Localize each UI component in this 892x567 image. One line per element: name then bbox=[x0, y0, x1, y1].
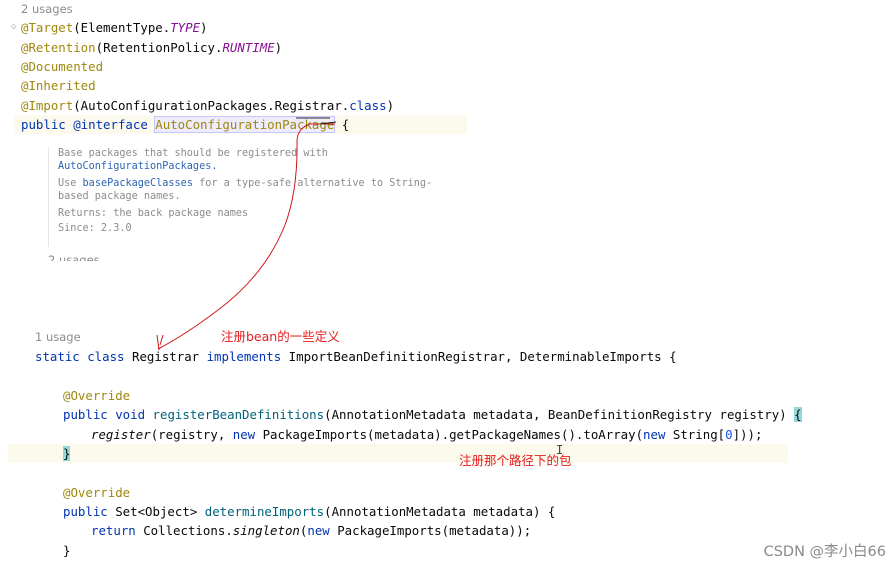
code-enum: TYPE bbox=[170, 20, 201, 35]
code-text: (AnnotationMetadata metadata, BeanDefini… bbox=[324, 407, 795, 422]
doc-returns: Returns: the back package names bbox=[58, 208, 249, 219]
code-text: ) bbox=[274, 40, 283, 55]
brace-match: { bbox=[794, 407, 802, 422]
annotation-target: @Target bbox=[21, 20, 74, 35]
code-text: PackageImports(metadata)); bbox=[337, 523, 532, 538]
code-keyword: class bbox=[349, 98, 387, 113]
code-brace: } bbox=[63, 543, 71, 558]
code-line-retention[interactable]: @Retention(RetentionPolicy.RUNTIME) bbox=[21, 38, 282, 57]
annotation-inherited: @Inherited bbox=[21, 78, 96, 93]
usages-hint[interactable]: 2 usages bbox=[21, 0, 73, 19]
gutter-fold-icon[interactable]: ◇ bbox=[11, 22, 16, 32]
class-name[interactable]: Registrar bbox=[132, 349, 199, 364]
doc-link[interactable]: AutoConfigurationPackages. bbox=[58, 160, 478, 173]
code-text: String[ bbox=[672, 427, 726, 442]
doc-line: Base packages that should be registered … bbox=[58, 148, 328, 159]
annotation-retention: @Retention bbox=[21, 40, 96, 55]
code-text: (ElementType. bbox=[73, 20, 171, 35]
code-text: (RetentionPolicy. bbox=[95, 40, 223, 55]
code-text: (AutoConfigurationPackages. bbox=[73, 98, 275, 113]
note-register-packages: 注册那个路径下的包 bbox=[459, 453, 572, 468]
code-keyword: public void bbox=[63, 407, 153, 422]
code-number: 0 bbox=[725, 427, 733, 442]
code-line-import[interactable]: @Import(AutoConfigurationPackages.Regist… bbox=[21, 96, 394, 115]
doc-text: Use bbox=[58, 178, 83, 189]
usage-hint[interactable]: 1 usage bbox=[35, 328, 81, 347]
code-line-override-1[interactable]: @Override bbox=[63, 386, 130, 405]
code-line-inherited[interactable]: @Inherited bbox=[21, 76, 96, 95]
code-line-target[interactable]: @Target(ElementType.TYPE) bbox=[21, 18, 208, 37]
code-text: ) bbox=[200, 20, 208, 35]
current-line-highlight-2 bbox=[8, 444, 788, 463]
code-text: ])); bbox=[732, 427, 763, 442]
annotation-import: @Import bbox=[21, 98, 74, 113]
method-call[interactable]: register bbox=[91, 427, 151, 442]
code-text: ) bbox=[386, 98, 395, 113]
code-line-method-2-close[interactable]: } bbox=[63, 541, 70, 560]
code-enum: RUNTIME bbox=[222, 40, 275, 55]
annotation-override: @Override bbox=[63, 485, 131, 500]
code-text: Collections. bbox=[143, 523, 233, 538]
interface-name[interactable]: AutoConfigurationPackage bbox=[154, 116, 336, 133]
annotation-override: @Override bbox=[63, 388, 131, 403]
doc-line: Use basePackageClasses for a type-safe a… bbox=[58, 177, 478, 190]
code-line-override-2[interactable]: @Override bbox=[63, 483, 130, 502]
brace-match: } bbox=[63, 446, 71, 461]
code-text: ImportBeanDefinitionRegistrar, Determina… bbox=[288, 349, 677, 364]
method-call[interactable]: singleton bbox=[233, 523, 300, 538]
code-keyword: new bbox=[643, 427, 673, 442]
code-line-class-decl[interactable]: static class Registrar implements Import… bbox=[35, 347, 677, 366]
code-text: { bbox=[334, 117, 350, 132]
code-keyword: public @interface bbox=[21, 117, 156, 132]
code-text: (AnnotationMetadata metadata) { bbox=[324, 504, 556, 519]
annotation-arrow bbox=[156, 117, 337, 351]
code-keyword: return bbox=[91, 523, 144, 538]
method-name[interactable]: determineImports bbox=[205, 504, 324, 519]
code-text: Set<Object> bbox=[115, 504, 205, 519]
annotation-documented: @Documented bbox=[21, 59, 104, 74]
code-line-method-2-body[interactable]: return Collections.singleton(new Package… bbox=[91, 521, 531, 540]
code-text: PackageImports(metadata).getPackageNames… bbox=[262, 427, 644, 442]
doc-line: based package names. bbox=[58, 191, 181, 202]
usages-hint-2[interactable]: 2 usages bbox=[48, 251, 100, 261]
code-line-interface-decl[interactable]: public @interface AutoConfigurationPacka… bbox=[21, 115, 349, 134]
code-class-ref[interactable]: Registrar bbox=[275, 98, 342, 113]
code-keyword: implements bbox=[199, 349, 289, 364]
code-keyword: new bbox=[232, 427, 263, 442]
doc-text: for a type-safe alternative to String- bbox=[192, 178, 433, 189]
code-keyword: new bbox=[307, 523, 338, 538]
code-line-method-2[interactable]: public Set<Object> determineImports(Anno… bbox=[63, 502, 555, 521]
code-keyword: static class bbox=[35, 349, 132, 364]
code-text: (registry, bbox=[150, 427, 233, 442]
method-name[interactable]: registerBeanDefinitions bbox=[153, 407, 325, 422]
doc-since: Since: 2.3.0 bbox=[58, 223, 132, 234]
code-line-method-1[interactable]: public void registerBeanDefinitions(Anno… bbox=[63, 405, 802, 424]
code-line-documented[interactable]: @Documented bbox=[21, 57, 103, 76]
code-keyword: public bbox=[63, 504, 116, 519]
doc-link[interactable]: basePackageClasses bbox=[83, 178, 193, 189]
note-register-bean: 注册bean的一些定义 bbox=[221, 329, 340, 344]
watermark: CSDN @李小白66 bbox=[763, 544, 886, 560]
javadoc-block: Base packages that should be registered … bbox=[48, 147, 478, 247]
code-line-method-1-close[interactable]: } bbox=[63, 444, 71, 463]
code-line-method-1-body[interactable]: register(registry, new PackageImports(me… bbox=[91, 425, 762, 444]
